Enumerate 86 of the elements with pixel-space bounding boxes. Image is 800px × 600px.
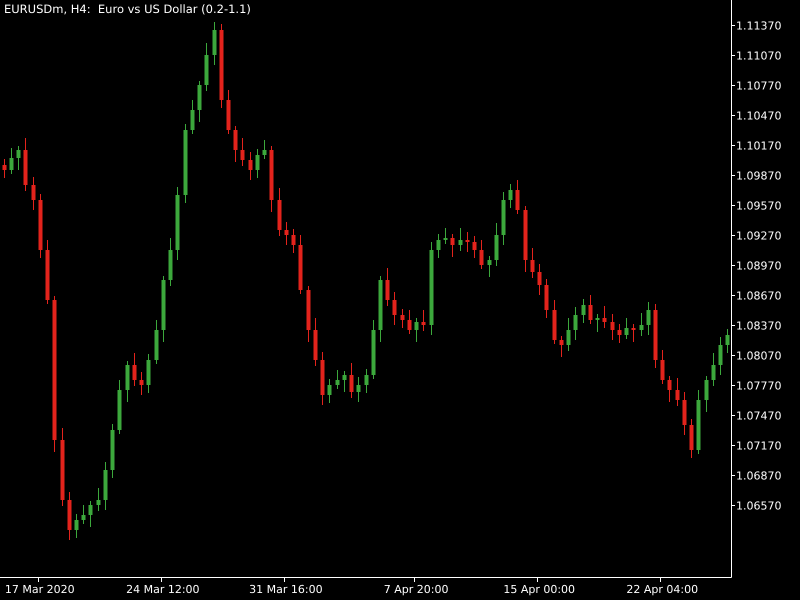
candlestick (488, 256, 492, 278)
candlestick (422, 310, 426, 332)
candlestick (248, 152, 252, 180)
time-label: 24 Mar 12:00 (126, 583, 200, 596)
candlestick (408, 310, 412, 334)
candlestick (140, 372, 144, 396)
price-label: 1.10170 (736, 140, 782, 152)
candlestick (88, 500, 92, 528)
candlestick (450, 234, 454, 258)
candlestick (32, 176, 36, 210)
candlestick (566, 318, 570, 352)
candlestick (328, 378, 332, 404)
time-label: 31 Mar 16:00 (249, 583, 323, 596)
price-label: 1.06870 (736, 470, 782, 482)
candlestick (82, 504, 86, 524)
candlestick (284, 222, 288, 246)
chart-title: EURUSDm, H4: Euro vs US Dollar (0.2-1.1) (4, 2, 251, 16)
candlestick (668, 376, 672, 402)
candlestick (660, 350, 664, 384)
candlestick (392, 292, 396, 326)
candlestick (74, 514, 78, 538)
candlestick (292, 228, 296, 254)
candlestick (676, 378, 680, 406)
candlestick (436, 234, 440, 258)
candlestick (10, 148, 14, 174)
candlestick (632, 324, 636, 342)
price-label: 1.11370 (736, 20, 782, 32)
candlestick (602, 306, 606, 328)
time-label: 17 Mar 2020 (4, 583, 75, 596)
candlestick (480, 240, 484, 270)
time-label: 7 Apr 20:00 (384, 583, 449, 596)
candlestick (234, 126, 238, 162)
price-label: 1.06570 (736, 500, 782, 512)
candlestick (610, 314, 614, 340)
candlestick (444, 228, 448, 244)
candlestick (588, 294, 592, 324)
candlestick (516, 180, 520, 214)
price-label: 1.08970 (736, 260, 782, 272)
price-label: 1.09870 (736, 170, 782, 182)
candlestick (16, 146, 20, 170)
price-label: 1.08370 (736, 320, 782, 332)
candlestick (596, 314, 600, 332)
candlestick (560, 336, 564, 358)
candlestick (364, 368, 368, 394)
candlestick (386, 268, 390, 306)
time-label: 15 Apr 00:00 (503, 583, 576, 596)
price-label: 1.10770 (736, 80, 782, 92)
price-label: 1.09270 (736, 230, 782, 242)
price-label: 1.10470 (736, 110, 782, 122)
candlestick (704, 376, 708, 412)
candlestick (190, 100, 194, 134)
price-label: 1.08070 (736, 350, 782, 362)
candlestick (458, 228, 462, 252)
candlestick (646, 302, 650, 336)
candlestick (712, 352, 716, 386)
candlestick (718, 336, 722, 376)
price-label: 1.11070 (736, 50, 782, 62)
price-label: 1.08670 (736, 290, 782, 302)
candlestick (240, 138, 244, 166)
candlestick (356, 376, 360, 402)
candlestick (132, 352, 136, 386)
price-label: 1.09570 (736, 200, 782, 212)
price-label: 1.07170 (736, 440, 782, 452)
candlestick (262, 140, 266, 160)
candlestick (336, 370, 340, 390)
candlestick (414, 318, 418, 342)
candlestick (2, 158, 6, 178)
candlestick (256, 148, 260, 178)
candlestick (640, 312, 644, 336)
candlestick (618, 324, 622, 344)
candlestick (530, 248, 534, 278)
candlestick (96, 488, 100, 512)
time-label: 22 Apr 04:00 (626, 583, 698, 596)
candlestick (472, 236, 476, 258)
candlestick (508, 184, 512, 208)
candlestick (582, 298, 586, 324)
price-label: 1.07470 (736, 410, 782, 422)
candlestick (342, 370, 346, 392)
candlestick (574, 306, 578, 340)
candlestick (726, 328, 730, 354)
candlestick (400, 308, 404, 328)
candlestick (624, 318, 628, 340)
candlestick (466, 232, 470, 252)
candlestick (350, 362, 354, 398)
price-label: 1.07770 (736, 380, 782, 392)
candlestick (538, 264, 542, 296)
